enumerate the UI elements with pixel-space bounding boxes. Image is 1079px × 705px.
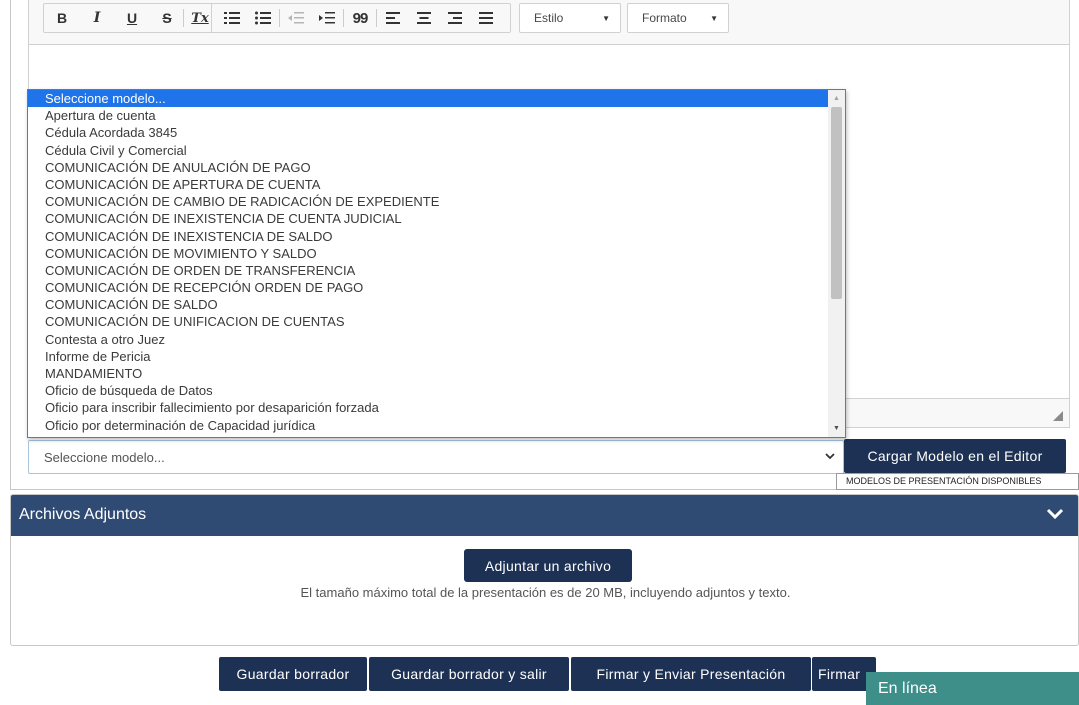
underline-label: U bbox=[126, 10, 138, 26]
attachments-panel: Archivos Adjuntos Adjuntar un archivo El… bbox=[10, 494, 1079, 646]
scroll-down-arrow-icon[interactable]: ▼ bbox=[828, 421, 845, 436]
dropdown-option[interactable]: COMUNICACIÓN DE CAMBIO DE RADICACIÓN DE … bbox=[28, 193, 828, 210]
size-limit-note: El tamaño máximo total de la presentació… bbox=[300, 585, 791, 600]
increase-indent-icon[interactable] bbox=[315, 6, 339, 30]
bold-icon[interactable]: B bbox=[50, 6, 74, 30]
sign-send-button[interactable]: Firmar y Enviar Presentación bbox=[571, 657, 811, 691]
save-draft-exit-button[interactable]: Guardar borrador y salir bbox=[369, 657, 569, 691]
paragraph-group: 99 bbox=[211, 3, 511, 33]
dropdown-option[interactable]: Apertura de cuenta bbox=[28, 107, 828, 124]
toolbar-separator bbox=[376, 9, 377, 27]
dropdown-option[interactable]: Contesta a otro Juez bbox=[28, 331, 828, 348]
blockquote-icon[interactable]: 99 bbox=[348, 6, 372, 30]
bulleted-list-icon[interactable] bbox=[251, 6, 275, 30]
underline-icon[interactable]: U bbox=[120, 6, 144, 30]
model-select-value: Seleccione modelo... bbox=[44, 449, 165, 465]
panel-left-border bbox=[10, 0, 11, 490]
dropdown-option[interactable]: COMUNICACIÓN DE APERTURA DE CUENTA bbox=[28, 176, 828, 193]
decrease-indent-icon[interactable] bbox=[284, 6, 308, 30]
dropdown-option[interactable]: Oficio para inscribir fallecimiento por … bbox=[28, 399, 828, 416]
save-draft-button[interactable]: Guardar borrador bbox=[219, 657, 367, 691]
dropdown-option[interactable]: COMUNICACIÓN DE INEXISTENCIA DE CUENTA J… bbox=[28, 210, 828, 227]
online-status-label: En línea bbox=[878, 679, 937, 697]
scroll-up-arrow-icon[interactable]: ▲ bbox=[828, 91, 845, 106]
chevron-down-icon bbox=[825, 451, 835, 463]
toolbar-separator bbox=[279, 9, 280, 27]
dropdown-option[interactable]: MANDAMIENTO bbox=[28, 365, 828, 382]
toolbar-separator bbox=[183, 9, 184, 27]
dropdown-option[interactable]: Cédula Acordada 3845 bbox=[28, 124, 828, 141]
dropdown-scrollbar[interactable]: ▲ ▼ bbox=[828, 90, 845, 437]
load-model-label: Cargar Modelo en el Editor bbox=[867, 448, 1043, 464]
attachments-title: Archivos Adjuntos bbox=[19, 506, 147, 523]
dropdown-option[interactable]: COMUNICACIÓN DE ORDEN DE TRANSFERENCIA bbox=[28, 262, 828, 279]
dropdown-option[interactable]: COMUNICACIÓN DE SALDO bbox=[28, 296, 828, 313]
dropdown-option[interactable]: COMUNICACIÓN DE RECEPCIÓN ORDEN DE PAGO bbox=[28, 279, 828, 296]
italic-icon[interactable]: I bbox=[85, 6, 109, 30]
sign-label: Firmar bbox=[818, 666, 861, 682]
dropdown-option[interactable]: COMUNICACIÓN DE INEXISTENCIA DE SALDO bbox=[28, 228, 828, 245]
online-status-badge[interactable]: En línea bbox=[866, 672, 1079, 705]
align-left-icon[interactable] bbox=[381, 6, 405, 30]
bold-label: B bbox=[56, 10, 68, 26]
dropdown-option[interactable]: COMUNICACIÓN DE ANULACIÓN DE PAGO bbox=[28, 159, 828, 176]
align-right-icon[interactable] bbox=[443, 6, 467, 30]
toolbar-separator bbox=[343, 9, 344, 27]
format-combo[interactable]: Formato ▼ bbox=[627, 3, 729, 33]
attach-file-button[interactable]: Adjuntar un archivo bbox=[464, 549, 632, 582]
resize-grip-icon[interactable] bbox=[1053, 411, 1063, 421]
align-center-icon[interactable] bbox=[412, 6, 436, 30]
numbered-list-icon[interactable] bbox=[220, 6, 244, 30]
model-select[interactable]: Seleccione modelo... bbox=[28, 440, 844, 474]
save-draft-exit-label: Guardar borrador y salir bbox=[391, 666, 547, 682]
strikethrough-label: S bbox=[162, 10, 172, 26]
combo-arrow-icon: ▼ bbox=[710, 14, 718, 23]
load-model-button[interactable]: Cargar Modelo en el Editor bbox=[844, 439, 1066, 473]
scrollbar-thumb[interactable] bbox=[831, 107, 842, 299]
format-combo-label: Formato bbox=[642, 11, 687, 25]
dropdown-options: Seleccione modelo... Apertura de cuenta … bbox=[28, 90, 828, 434]
remove-format-label: Tx bbox=[191, 10, 209, 26]
italic-label: I bbox=[93, 10, 101, 26]
dropdown-option[interactable]: Oficio de búsqueda de Datos bbox=[28, 382, 828, 399]
dropdown-option[interactable]: COMUNICACIÓN DE MOVIMIENTO Y SALDO bbox=[28, 245, 828, 262]
dropdown-option[interactable]: Cédula Civil y Comercial bbox=[28, 142, 828, 159]
attach-file-label: Adjuntar un archivo bbox=[484, 557, 612, 574]
strikethrough-icon[interactable]: S bbox=[155, 6, 179, 30]
model-dropdown-list[interactable]: Seleccione modelo... Apertura de cuenta … bbox=[27, 89, 846, 438]
justify-icon[interactable] bbox=[474, 6, 498, 30]
style-combo[interactable]: Estilo ▼ bbox=[519, 3, 621, 33]
dropdown-option[interactable]: Informe de Pericia bbox=[28, 348, 828, 365]
dropdown-option[interactable]: COMUNICACIÓN DE UNIFICACION DE CUENTAS bbox=[28, 313, 828, 330]
chevron-down-icon[interactable] bbox=[1046, 507, 1064, 521]
save-draft-label: Guardar borrador bbox=[236, 666, 350, 682]
dropdown-option[interactable]: Oficio por determinación de Capacidad ju… bbox=[28, 417, 828, 434]
sign-send-label: Firmar y Enviar Presentación bbox=[596, 666, 786, 682]
style-combo-label: Estilo bbox=[534, 11, 564, 25]
attachments-header[interactable]: Archivos Adjuntos bbox=[11, 495, 1078, 536]
remove-format-icon[interactable]: Tx bbox=[188, 6, 212, 30]
editor-toolbar: B I U S Tx 99 Estilo ▼ Formato ▼ bbox=[29, 0, 1069, 45]
blockquote-label: 99 bbox=[352, 9, 369, 27]
combo-arrow-icon: ▼ bbox=[602, 14, 610, 23]
models-tooltip-text: MODELOS DE PRESENTACIÓN DISPONIBLES bbox=[846, 476, 1042, 486]
models-tooltip: MODELOS DE PRESENTACIÓN DISPONIBLES bbox=[836, 473, 1079, 490]
dropdown-option[interactable]: Seleccione modelo... bbox=[28, 90, 828, 108]
basic-styles-group: B I U S Tx bbox=[43, 3, 227, 33]
